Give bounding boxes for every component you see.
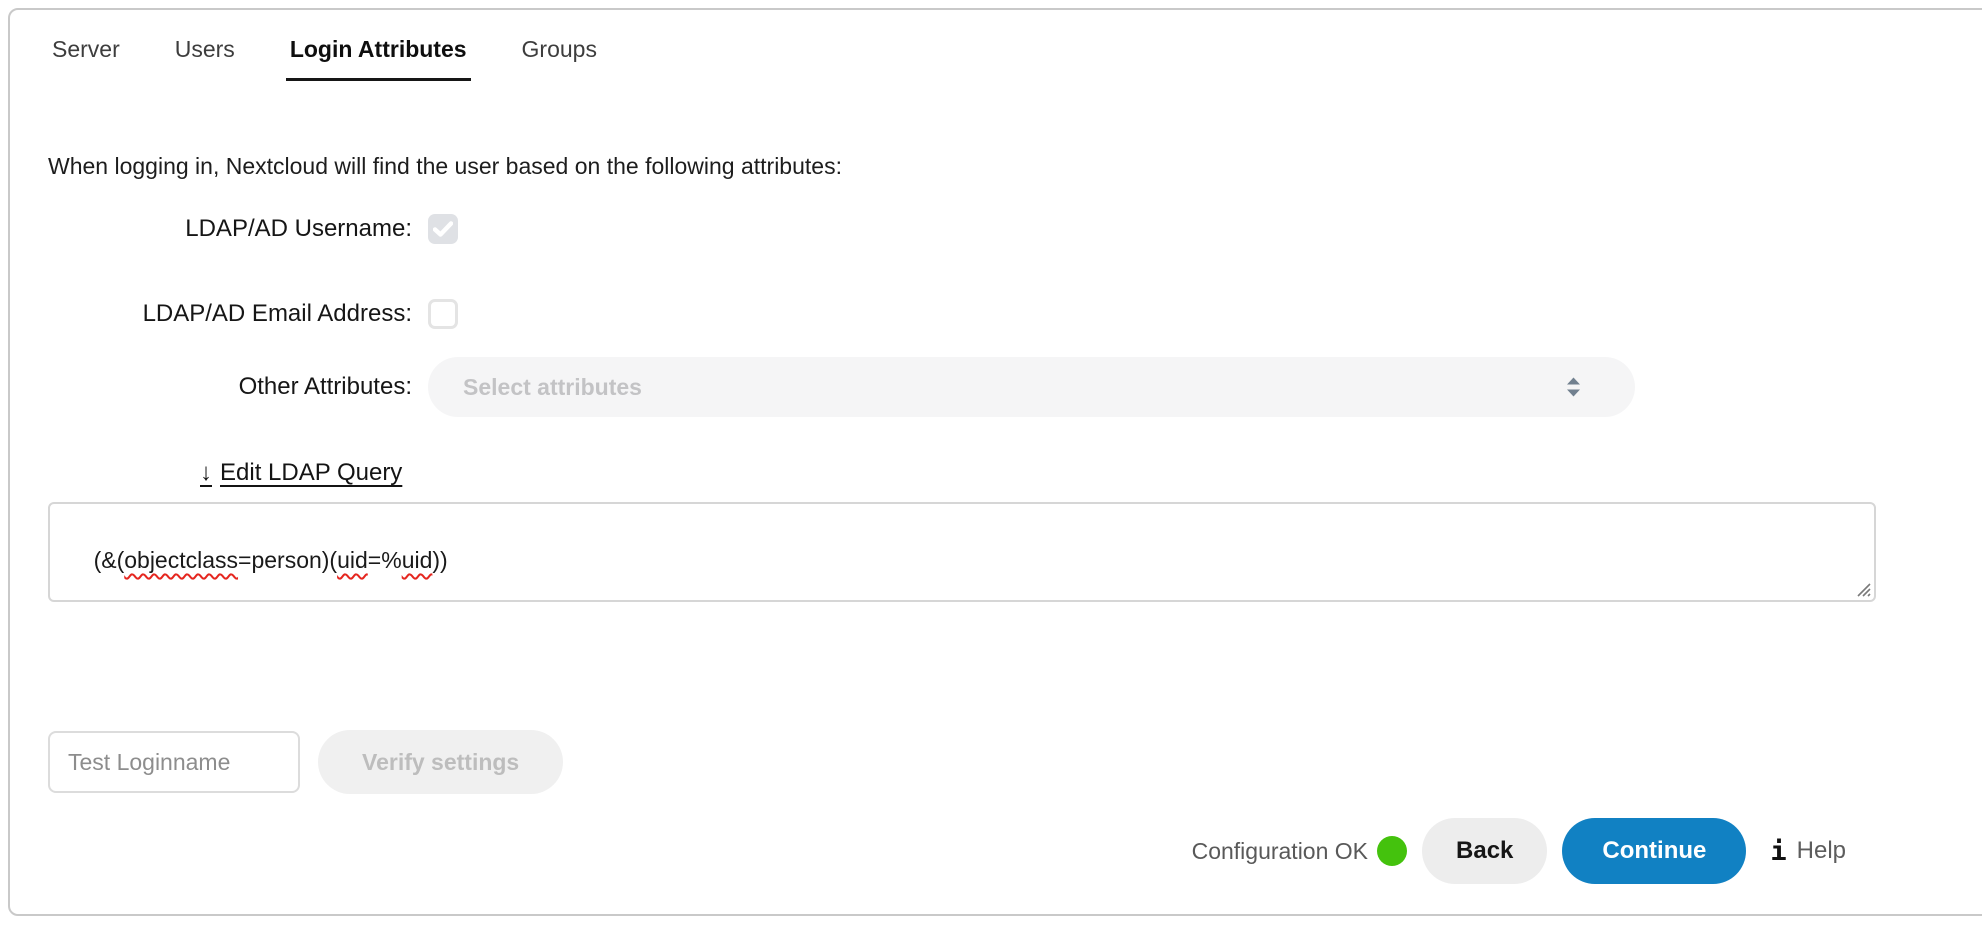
wizard-footer: Configuration OK Back Continue i Help: [10, 818, 1846, 884]
email-row: LDAP/AD Email Address:: [10, 299, 1982, 329]
query-text-segment: )): [432, 547, 447, 573]
verify-settings-button: Verify settings: [318, 730, 563, 794]
resize-grip-icon[interactable]: [1816, 580, 1871, 597]
other-attributes-row: Other Attributes: Select attributes: [10, 357, 1982, 417]
query-text-segment: =%: [368, 547, 402, 573]
ldap-query-editor[interactable]: (&(objectclass=person)(uid=%uid)): [48, 502, 1876, 602]
down-arrow-icon: ↓: [200, 459, 212, 486]
test-loginname-input[interactable]: [48, 731, 300, 793]
configuration-status-text: Configuration OK: [1192, 838, 1368, 865]
back-button[interactable]: Back: [1422, 818, 1547, 884]
email-checkbox[interactable]: [428, 299, 458, 329]
login-attributes-form: LDAP/AD Username: LDAP/AD Email Address:: [10, 214, 1982, 417]
ldap-wizard-panel: Server Users Login Attributes Groups Whe…: [8, 8, 1982, 916]
email-label: LDAP/AD Email Address:: [10, 300, 412, 328]
tab-groups[interactable]: Groups: [518, 36, 601, 81]
sort-arrows-icon: [1566, 378, 1581, 397]
tab-login-attributes[interactable]: Login Attributes: [286, 36, 471, 81]
edit-ldap-query-link[interactable]: ↓ Edit LDAP Query: [200, 459, 402, 487]
select-placeholder: Select attributes: [463, 374, 642, 401]
continue-button[interactable]: Continue: [1562, 818, 1746, 884]
wizard-tabs: Server Users Login Attributes Groups: [10, 10, 1982, 81]
query-text-segment: uid: [402, 547, 433, 573]
status-ok-dot: [1377, 836, 1407, 866]
username-label: LDAP/AD Username:: [10, 215, 412, 243]
test-login-row: Verify settings: [48, 730, 1982, 794]
tab-server[interactable]: Server: [48, 36, 124, 81]
edit-ldap-query-label: Edit LDAP Query: [220, 459, 402, 486]
check-icon: [433, 221, 453, 237]
query-text-segment: objectclass: [124, 547, 238, 573]
help-label: Help: [1797, 837, 1846, 865]
query-text-segment: uid: [337, 547, 368, 573]
query-text-segment: =person)(: [238, 547, 337, 573]
info-icon: i: [1770, 836, 1786, 867]
help-link[interactable]: i Help: [1770, 836, 1846, 867]
intro-text: When logging in, Nextcloud will find the…: [48, 153, 1978, 180]
tab-users[interactable]: Users: [171, 36, 239, 81]
other-attributes-label: Other Attributes:: [10, 373, 412, 401]
query-text-segment: (&(: [94, 547, 125, 573]
username-checkbox: [428, 214, 458, 244]
username-row: LDAP/AD Username:: [10, 214, 1982, 244]
other-attributes-select[interactable]: Select attributes: [428, 357, 1635, 417]
